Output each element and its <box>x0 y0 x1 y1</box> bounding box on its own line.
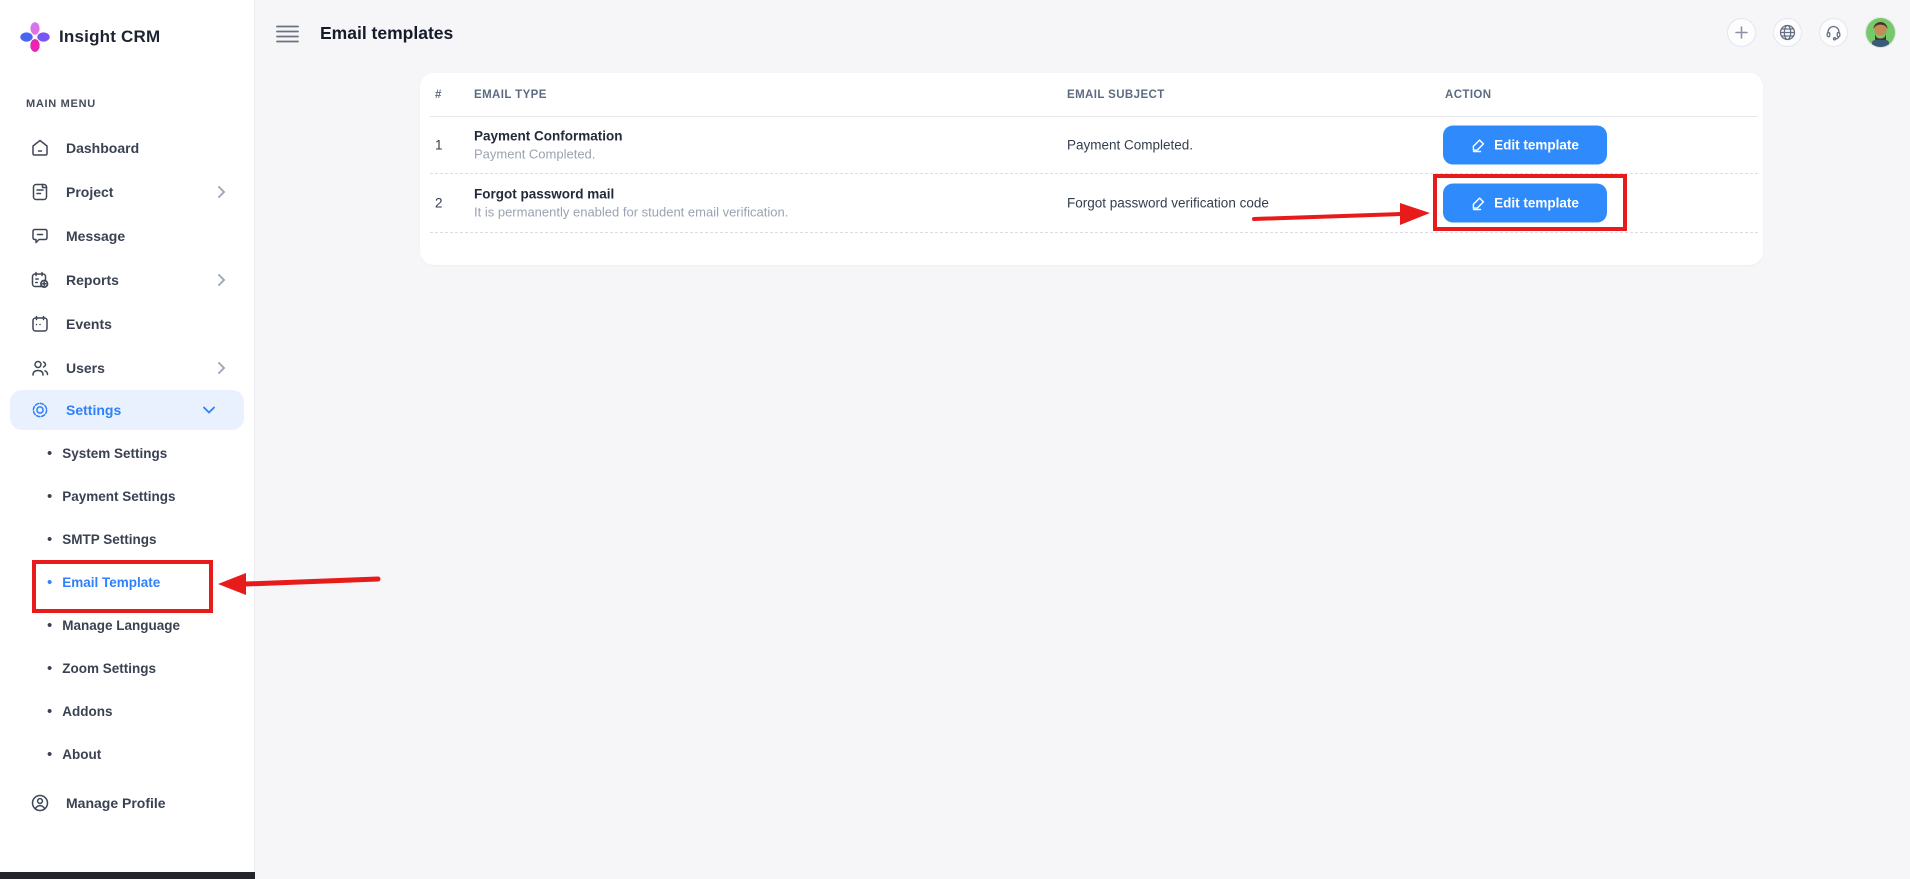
row-divider <box>430 232 1758 233</box>
submenu-item-manage-language[interactable]: • Manage Language <box>0 604 254 647</box>
globe-icon <box>1779 24 1796 41</box>
sidebar-bottom-bar <box>0 872 255 879</box>
language-button[interactable] <box>1773 18 1802 47</box>
support-headset-icon <box>1826 25 1841 41</box>
row-number: 1 <box>435 137 443 153</box>
column-header-action: ACTION <box>1445 89 1492 101</box>
bullet-icon: • <box>47 531 53 548</box>
settings-submenu: • System Settings • Payment Settings • S… <box>0 432 254 776</box>
message-icon <box>32 228 48 244</box>
profile-icon <box>31 794 49 812</box>
sidebar-item-label: Events <box>66 316 112 332</box>
submenu-item-email-template[interactable]: • Email Template <box>0 561 254 604</box>
calendar-icon <box>32 315 48 332</box>
page-title: Email templates <box>320 23 454 43</box>
sidebar-menu: Dashboard Project Message Reports Events… <box>0 126 254 825</box>
bullet-icon: • <box>47 617 53 634</box>
support-button[interactable] <box>1819 18 1848 47</box>
submenu-item-system-settings[interactable]: • System Settings <box>0 432 254 475</box>
sidebar-item-label: Message <box>66 228 126 244</box>
bullet-icon: • <box>47 445 53 462</box>
chevron-right-icon <box>218 274 226 286</box>
table-row: 1 Payment Conformation Payment Completed… <box>420 117 1763 173</box>
edit-template-button[interactable]: Edit template <box>1443 125 1607 165</box>
sidebar-item-settings[interactable]: Settings <box>10 390 244 430</box>
table-row: 2 Forgot password mail It is permanently… <box>420 173 1763 232</box>
app-logo[interactable]: Insight CRM <box>0 0 254 52</box>
submenu-item-about[interactable]: • About <box>0 733 254 776</box>
email-type-cell: Payment Conformation Payment Completed. <box>474 129 623 162</box>
user-avatar[interactable] <box>1865 17 1896 48</box>
email-templates-card: # EMAIL TYPE EMAIL SUBJECT ACTION 1 Paym… <box>420 73 1763 265</box>
pencil-icon <box>1472 196 1485 210</box>
email-subject-cell: Payment Completed. <box>1067 137 1194 153</box>
column-header-email-subject: EMAIL SUBJECT <box>1067 89 1165 101</box>
pencil-icon <box>1472 139 1485 153</box>
sidebar-item-dashboard[interactable]: Dashboard <box>0 126 254 170</box>
plus-icon <box>1735 26 1748 39</box>
email-subject-cell: Forgot password verification code <box>1067 195 1269 210</box>
sidebar-item-label: Project <box>66 184 114 200</box>
gear-icon <box>32 402 48 418</box>
chevron-right-icon <box>218 186 226 198</box>
sidebar-item-manage-profile[interactable]: Manage Profile <box>0 781 254 825</box>
sidebar-item-reports[interactable]: Reports <box>0 258 254 302</box>
bullet-icon: • <box>47 660 53 677</box>
sidebar-section-label: MAIN MENU <box>26 98 96 110</box>
column-header-email-type: EMAIL TYPE <box>474 89 547 101</box>
sidebar-item-message[interactable]: Message <box>0 214 254 258</box>
report-icon <box>31 271 49 288</box>
bullet-icon: • <box>47 746 53 763</box>
chevron-right-icon <box>218 362 226 374</box>
email-type-subtitle: Payment Completed. <box>474 146 596 162</box>
submenu-item-addons[interactable]: • Addons <box>0 690 254 733</box>
email-type-title: Payment Conformation <box>474 128 623 144</box>
bullet-icon: • <box>47 488 53 505</box>
sidebar-item-label: Dashboard <box>66 140 140 156</box>
document-icon <box>32 183 48 201</box>
home-icon <box>32 139 48 156</box>
topbar-actions <box>1727 17 1896 48</box>
sidebar: Insight CRM MAIN MENU Dashboard Project … <box>0 0 255 879</box>
email-type-cell: Forgot password mail It is permanently e… <box>474 186 788 219</box>
submenu-item-zoom-settings[interactable]: • Zoom Settings <box>0 647 254 690</box>
app-name: Insight CRM <box>59 27 161 46</box>
sidebar-item-label: Users <box>66 360 105 376</box>
sidebar-item-project[interactable]: Project <box>0 170 254 214</box>
sidebar-item-label: Reports <box>66 272 119 288</box>
chevron-down-icon <box>203 406 215 414</box>
sidebar-item-label: Manage Profile <box>66 795 166 811</box>
submenu-item-smtp-settings[interactable]: • SMTP Settings <box>0 518 254 561</box>
sidebar-item-events[interactable]: Events <box>0 302 254 346</box>
bullet-icon: • <box>47 574 53 591</box>
submenu-item-payment-settings[interactable]: • Payment Settings <box>0 475 254 518</box>
row-number: 2 <box>435 195 443 210</box>
sidebar-item-users[interactable]: Users <box>0 346 254 390</box>
email-type-subtitle: It is permanently enabled for student em… <box>474 204 789 219</box>
edit-template-button[interactable]: Edit template <box>1443 183 1607 222</box>
avatar-image <box>1866 18 1895 47</box>
flower-logo-icon <box>20 22 50 52</box>
menu-toggle-icon[interactable] <box>276 25 299 43</box>
email-type-title: Forgot password mail <box>474 186 615 201</box>
users-icon <box>32 360 49 376</box>
sidebar-item-label: Settings <box>66 402 122 418</box>
column-header-num: # <box>435 89 442 101</box>
bullet-icon: • <box>47 703 53 720</box>
add-button[interactable] <box>1727 18 1756 47</box>
